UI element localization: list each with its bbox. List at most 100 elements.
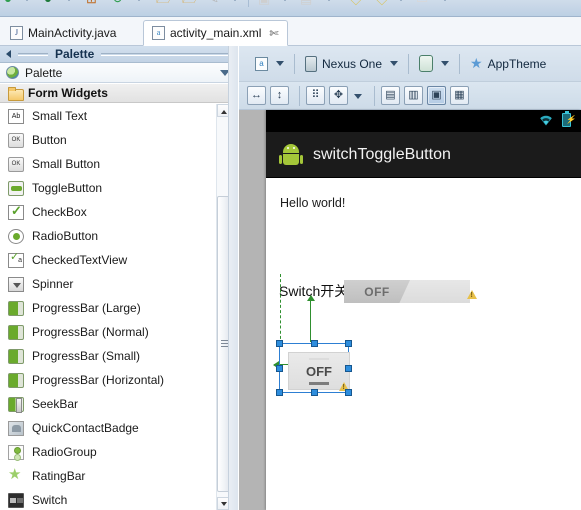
- orientation-dropdown[interactable]: [437, 52, 453, 76]
- help-icon[interactable]: ▣: [258, 0, 270, 5]
- warning-triangle-icon[interactable]: [467, 290, 477, 299]
- togglebutton-selection[interactable]: OFF: [276, 340, 352, 396]
- title-rule-left: [18, 52, 48, 56]
- device-label: Nexus One: [322, 56, 383, 71]
- palette-item-radiogroup[interactable]: RadioGroup: [0, 440, 238, 464]
- palette-item-seekbar[interactable]: SeekBar: [0, 392, 238, 416]
- tab-mainactivity-java[interactable]: J MainActivity.java: [2, 20, 124, 46]
- bookmark-icon[interactable]: ▤: [300, 0, 312, 5]
- palette-item-radiobutton[interactable]: RadioButton: [0, 224, 238, 248]
- theme-selector[interactable]: ★ AppTheme: [466, 52, 550, 76]
- palette-item-label: ToggleButton: [32, 181, 103, 195]
- toolbar-separator: [294, 53, 295, 74]
- orientation-portrait-icon: [419, 55, 434, 72]
- device-preview[interactable]: ⚡ switchToggleButton Hello world! Switch…: [266, 110, 581, 510]
- palette-item-progressbar-small[interactable]: ProgressBar (Small): [0, 344, 238, 368]
- back-dropdown-caret[interactable]: [24, 0, 30, 1]
- palette-item-spinner[interactable]: Spinner: [0, 272, 238, 296]
- margins-icon[interactable]: ⠿: [306, 86, 325, 105]
- debug-dropdown-caret[interactable]: [66, 0, 72, 1]
- resize-handle-top-right[interactable]: [345, 340, 352, 347]
- refresh-dropdown-caret[interactable]: [136, 0, 142, 1]
- resize-handle-bottom-left[interactable]: [276, 389, 283, 396]
- match-height-icon[interactable]: ↕: [270, 86, 289, 105]
- resize-handle-top-center[interactable]: [311, 340, 318, 347]
- align-top-icon[interactable]: ▥: [404, 86, 423, 105]
- panel-splitter[interactable]: [228, 46, 238, 510]
- resize-handle-top-left[interactable]: [276, 340, 283, 347]
- layout-config-icon: a: [255, 56, 268, 71]
- resize-handle-middle-right[interactable]: [345, 365, 352, 372]
- palette-item-small-button[interactable]: OK Small Button: [0, 152, 238, 176]
- radio-button-icon: [8, 228, 24, 244]
- palette-item-label: SeekBar: [32, 397, 79, 411]
- small-button-icon: OK: [8, 156, 24, 172]
- refresh-icon[interactable]: ↻: [112, 0, 123, 5]
- brush-dropdown-caret[interactable]: [232, 0, 238, 1]
- match-width-icon[interactable]: ↔: [247, 86, 266, 105]
- palette-item-list[interactable]: Ab Small Text OK Button OK Small Button …: [0, 104, 238, 510]
- palette-item-ratingbar[interactable]: RatingBar: [0, 464, 238, 488]
- switch-widget[interactable]: OFF: [344, 280, 470, 303]
- distribute-dropdown-caret[interactable]: [352, 86, 364, 105]
- layout-config-button[interactable]: a: [251, 52, 272, 76]
- device-selector[interactable]: Nexus One: [301, 52, 386, 76]
- switch-thumb: OFF: [344, 280, 410, 303]
- palette-item-progressbar-horizontal[interactable]: ProgressBar (Horizontal): [0, 368, 238, 392]
- resize-handle-middle-left[interactable]: [276, 365, 283, 372]
- palette-item-progressbar-normal[interactable]: ProgressBar (Normal): [0, 320, 238, 344]
- folder-icon: [8, 86, 24, 101]
- palette-item-checkedtextview[interactable]: a CheckedTextView: [0, 248, 238, 272]
- align-baseline-icon[interactable]: ▣: [427, 86, 446, 105]
- palette-header[interactable]: Palette: [0, 63, 238, 83]
- orientation-selector[interactable]: [415, 52, 437, 76]
- palette-item-progressbar-large[interactable]: ProgressBar (Large): [0, 296, 238, 320]
- palette-item-label: CheckedTextView: [32, 253, 128, 267]
- tag-icon[interactable]: 🏷: [346, 0, 363, 5]
- chevron-down-icon: [276, 61, 284, 66]
- tag-alt-icon[interactable]: 🏷: [372, 0, 389, 5]
- checked-text-view-icon: a: [8, 251, 24, 268]
- theme-star-icon: ★: [470, 55, 483, 71]
- palette-item-togglebutton[interactable]: ToggleButton: [0, 176, 238, 200]
- palette-item-small-text[interactable]: Ab Small Text: [0, 104, 238, 128]
- device-dropdown[interactable]: [386, 52, 402, 76]
- resize-handle-bottom-center[interactable]: [311, 389, 318, 396]
- align-left-icon[interactable]: ▤: [381, 86, 400, 105]
- layout-config-dropdown[interactable]: [272, 52, 288, 76]
- back-icon[interactable]: ◕: [4, 0, 12, 5]
- open-folder-alt-icon[interactable]: 🗁: [182, 0, 198, 5]
- design-canvas[interactable]: ⚡ switchToggleButton Hello world! Switch…: [239, 110, 581, 510]
- palette-item-checkbox[interactable]: CheckBox: [0, 200, 238, 224]
- chevron-down-icon: [390, 61, 399, 66]
- tab-activity-main-xml[interactable]: a activity_main.xml ✄: [143, 20, 288, 46]
- palette-item-button[interactable]: OK Button: [0, 128, 238, 152]
- tag-dropdown-caret[interactable]: [398, 0, 404, 1]
- android-robot-icon: [279, 143, 303, 166]
- palette-item-quickcontactbadge[interactable]: QuickContactBadge: [0, 416, 238, 440]
- bookmark-dropdown-caret[interactable]: [326, 0, 332, 1]
- toolbar-separator: [299, 85, 300, 106]
- layout-root[interactable]: Hello world! Switch开关 OFF ! OFF !: [266, 178, 581, 510]
- brush-icon[interactable]: ✎: [208, 0, 219, 5]
- palette-panel-title: Palette: [55, 47, 95, 61]
- progress-bar-small-icon: [8, 348, 24, 364]
- hello-world-textview[interactable]: Hello world!: [280, 196, 345, 210]
- debug-icon[interactable]: ◕: [44, 0, 52, 5]
- open-folder-icon[interactable]: 🗁: [156, 0, 172, 5]
- canvas-background: [239, 110, 266, 510]
- help-dropdown-caret[interactable]: [282, 0, 288, 1]
- comment-dropdown-caret[interactable]: [442, 0, 448, 1]
- collapse-left-arrow-icon[interactable]: [6, 50, 11, 58]
- theme-label: AppTheme: [487, 56, 547, 71]
- comment-icon[interactable]: ▭: [416, 0, 428, 5]
- palette-group-form-widgets[interactable]: Form Widgets: [0, 83, 238, 103]
- main-toolbar[interactable]: ◕ ◕ ⊞ ↻ 🗁 🗁 ✎ ▣ ▤ 🏷 🏷 ▭: [0, 0, 581, 17]
- palette-item-switch[interactable]: Switch: [0, 488, 238, 510]
- distribute-icon[interactable]: ✥: [329, 86, 348, 105]
- close-icon[interactable]: ✄: [269, 27, 278, 40]
- layout-icon[interactable]: ⊞: [86, 0, 97, 5]
- resize-handle-bottom-right[interactable]: [345, 389, 352, 396]
- checkbox-icon: [8, 203, 24, 220]
- align-wrap-icon[interactable]: ▦: [450, 86, 469, 105]
